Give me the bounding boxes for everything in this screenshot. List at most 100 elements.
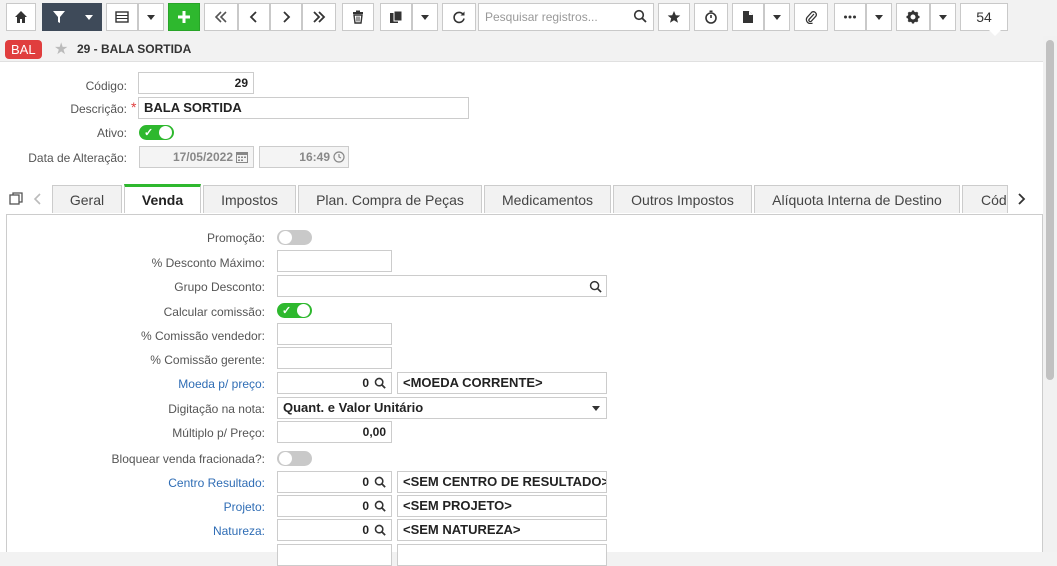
- multiplo-field[interactable]: 0,00: [277, 421, 392, 443]
- comissao-gerente-label: % Comissão gerente:: [150, 353, 265, 367]
- desconto-maximo-field[interactable]: [277, 250, 392, 272]
- moeda-label[interactable]: Moeda p/ preço:: [0, 377, 265, 391]
- promocao-label: Promoção:: [206, 231, 265, 245]
- settings-button[interactable]: [896, 3, 930, 31]
- attachment-button[interactable]: [794, 3, 828, 31]
- comissao-vendedor-field[interactable]: [277, 323, 392, 345]
- ellipsis-icon: [844, 15, 856, 19]
- search-input[interactable]: [478, 3, 654, 31]
- grid-view-button[interactable]: [106, 3, 138, 31]
- codigo-label: Código:: [85, 79, 127, 93]
- search-icon[interactable]: [633, 9, 647, 26]
- search-icon[interactable]: [374, 377, 386, 389]
- calcular-comissao-toggle[interactable]: ✓: [277, 303, 312, 318]
- record-type-badge: BAL: [5, 40, 42, 59]
- chevron-down-icon: [875, 14, 883, 20]
- digitacao-label: Digitação na nota:: [168, 402, 265, 416]
- moeda-description-field: <MOEDA CORRENTE>: [397, 372, 607, 394]
- timer-button[interactable]: [694, 3, 728, 31]
- tab-impostos[interactable]: Impostos: [203, 185, 296, 213]
- grid-icon: [115, 11, 129, 23]
- report-dropdown-button[interactable]: [764, 3, 790, 31]
- more-options-button[interactable]: [834, 3, 866, 31]
- partial-row-code-field[interactable]: [277, 544, 392, 566]
- descricao-field[interactable]: BALA SORTIDA: [138, 97, 469, 119]
- bloquear-toggle[interactable]: [277, 451, 312, 466]
- grid-dropdown-button[interactable]: [138, 3, 164, 31]
- more-options-dropdown-button[interactable]: [866, 3, 892, 31]
- required-marker: *: [131, 99, 137, 115]
- search-icon[interactable]: [374, 524, 386, 536]
- natureza-label[interactable]: Natureza:: [0, 524, 265, 538]
- centro-resultado-label[interactable]: Centro Resultado:: [0, 476, 265, 490]
- projeto-label[interactable]: Projeto:: [0, 500, 265, 514]
- first-record-button[interactable]: [204, 3, 238, 31]
- centro-resultado-description-field: <SEM CENTRO DE RESULTADO>: [397, 471, 607, 493]
- codigo-field[interactable]: 29: [138, 72, 254, 94]
- double-chevron-right-icon: [313, 11, 326, 23]
- descricao-label: Descrição:: [70, 102, 127, 116]
- home-button[interactable]: [6, 3, 36, 31]
- copy-icon: [390, 10, 403, 23]
- chevron-down-icon[interactable]: [592, 406, 600, 411]
- grupo-desconto-field[interactable]: [277, 275, 607, 297]
- filter-button[interactable]: [42, 3, 76, 31]
- ativo-toggle[interactable]: ✓: [139, 125, 174, 140]
- home-icon: [15, 11, 27, 23]
- desconto-maximo-label: % Desconto Máximo:: [151, 256, 265, 270]
- comissao-vendedor-label: % Comissão vendedor:: [140, 329, 265, 343]
- toolbar: 54: [0, 0, 1057, 36]
- tab-geral[interactable]: Geral: [52, 185, 122, 213]
- gear-icon: [906, 10, 920, 24]
- last-record-button[interactable]: [302, 3, 336, 31]
- favorite-button[interactable]: [658, 3, 690, 31]
- refresh-button[interactable]: [442, 3, 476, 31]
- ativo-label: Ativo:: [96, 126, 127, 140]
- comissao-gerente-field[interactable]: [277, 347, 392, 369]
- check-icon: ✓: [144, 127, 154, 139]
- chevron-down-icon: [421, 14, 429, 20]
- tab-venda[interactable]: Venda: [124, 184, 201, 213]
- favorite-star-icon[interactable]: ★: [54, 39, 68, 59]
- copy-tabs-icon[interactable]: [9, 192, 23, 206]
- tab-medicamentos[interactable]: Medicamentos: [484, 185, 611, 213]
- add-button[interactable]: [168, 3, 200, 31]
- previous-record-button[interactable]: [238, 3, 270, 31]
- record-panel: Código: 29 Descrição: * BALA SORTIDA Ati…: [0, 62, 1043, 566]
- scrollbar-thumb[interactable]: [1046, 40, 1054, 380]
- star-icon: [667, 11, 681, 23]
- grupo-desconto-label: Grupo Desconto:: [174, 280, 265, 294]
- bloquear-label: Bloquear venda fracionada?:: [111, 452, 265, 466]
- tab-aliquota-interna-destino[interactable]: Alíquota Interna de Destino: [754, 185, 960, 213]
- tab-plan-compra-pecas[interactable]: Plan. Compra de Peças: [298, 185, 482, 213]
- report-button[interactable]: [732, 3, 764, 31]
- copy-dropdown-button[interactable]: [412, 3, 438, 31]
- paperclip-icon: [805, 11, 817, 24]
- chevron-down-icon: [85, 14, 93, 20]
- data-alteracao-label: Data de Alteração:: [28, 151, 127, 165]
- search-icon[interactable]: [589, 280, 602, 293]
- chevron-down-icon: [773, 14, 781, 20]
- chevron-left-icon: [249, 11, 257, 23]
- tab-outros-impostos[interactable]: Outros Impostos: [613, 185, 752, 213]
- tab-scroll-right-icon[interactable]: [1016, 192, 1026, 206]
- record-count-badge: 54: [960, 3, 1008, 36]
- delete-button[interactable]: [342, 3, 374, 31]
- natureza-description-field: <SEM NATUREZA>: [397, 519, 607, 541]
- record-title: 29 - BALA SORTIDA: [77, 42, 192, 56]
- tab-cod[interactable]: Cód: [962, 185, 1008, 213]
- trash-icon: [353, 10, 363, 24]
- filter-dropdown-button[interactable]: [76, 3, 102, 31]
- search-icon[interactable]: [374, 500, 386, 512]
- record-titlebar: BAL ★ 29 - BALA SORTIDA: [0, 36, 1043, 62]
- chevron-right-icon: [283, 11, 291, 23]
- projeto-description-field: <SEM PROJETO>: [397, 495, 607, 517]
- settings-dropdown-button[interactable]: [930, 3, 956, 31]
- next-record-button[interactable]: [270, 3, 302, 31]
- tab-scroll-left-icon[interactable]: [33, 192, 43, 206]
- double-chevron-left-icon: [214, 11, 227, 23]
- search-icon[interactable]: [374, 476, 386, 488]
- copy-button[interactable]: [380, 3, 412, 31]
- promocao-toggle[interactable]: [277, 230, 312, 245]
- digitacao-select[interactable]: Quant. e Valor Unitário: [277, 397, 607, 419]
